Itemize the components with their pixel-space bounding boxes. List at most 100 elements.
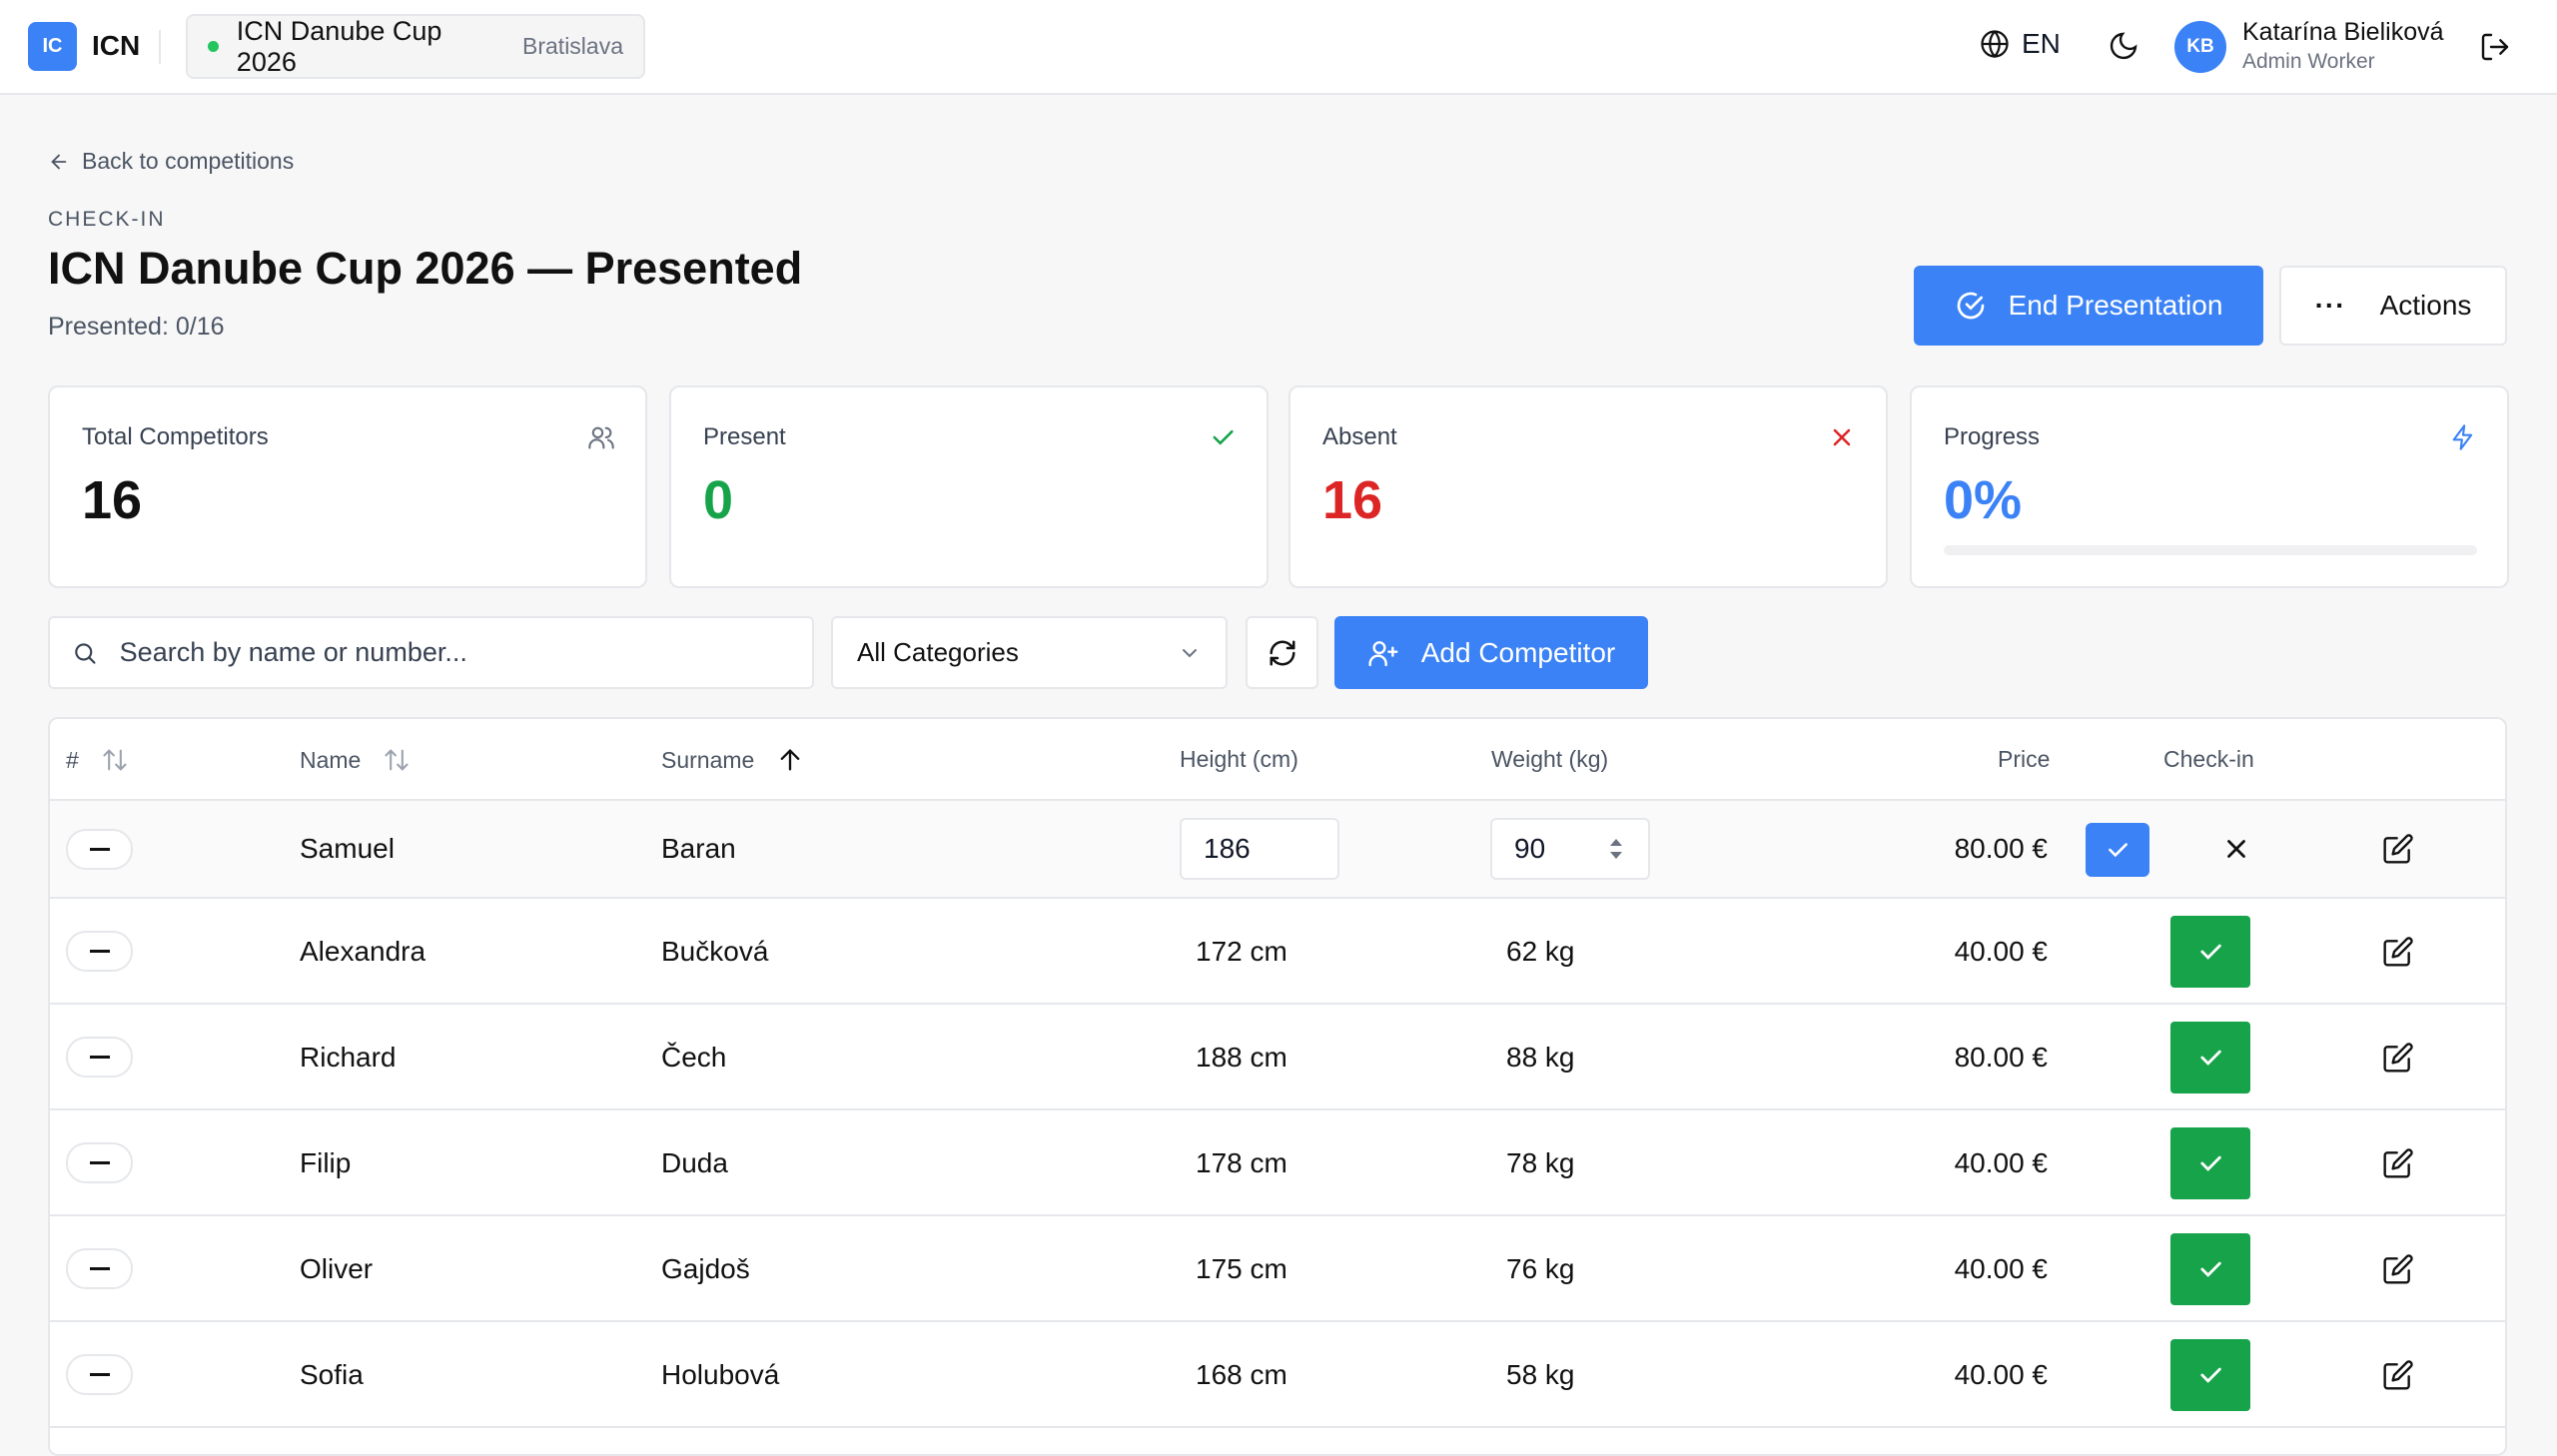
search-input[interactable] <box>119 637 790 668</box>
cell-surname: Bučková <box>661 936 769 967</box>
stepper-icon[interactable] <box>1606 834 1626 864</box>
edit-button[interactable] <box>2382 1147 2414 1184</box>
edit-button[interactable] <box>2382 1359 2414 1396</box>
arrow-left-icon <box>51 154 67 169</box>
language-label: EN <box>2022 28 2061 59</box>
height-input[interactable]: 186 <box>1180 818 1339 880</box>
stat-card-progress: Progress 0% <box>1910 385 2509 588</box>
column-checkin: Check-in <box>2163 746 2254 773</box>
cell-height: 178 cm <box>1196 1147 1287 1178</box>
cancel-edit-button[interactable] <box>2221 834 2251 869</box>
app-logo[interactable]: IC <box>28 22 77 71</box>
number-badge[interactable] <box>66 1037 133 1078</box>
edit-icon <box>2383 937 2413 967</box>
edit-button[interactable] <box>2382 1253 2414 1290</box>
edit-icon <box>2383 1043 2413 1073</box>
search-icon <box>75 642 96 664</box>
refresh-icon <box>1270 640 1294 665</box>
add-competitor-button[interactable]: Add Competitor <box>1334 616 1648 689</box>
number-badge[interactable] <box>66 1248 133 1289</box>
edit-icon <box>2383 1360 2413 1390</box>
check-icon <box>2200 1367 2221 1383</box>
language-switcher[interactable]: EN <box>1980 28 2061 60</box>
stat-label: Absent <box>1322 423 1397 450</box>
column-weight: Weight (kg) <box>1491 746 1608 773</box>
cell-weight: 78 kg <box>1506 1147 1575 1178</box>
category-select[interactable]: All Categories <box>831 616 1228 689</box>
edit-icon <box>2383 1254 2413 1284</box>
close-icon <box>2227 840 2245 858</box>
checkin-button[interactable] <box>2170 1022 2250 1093</box>
column-number[interactable]: # <box>66 746 129 774</box>
table-row: Filip Duda 178 cm 78 kg 40.00 € <box>50 1110 2505 1216</box>
column-name[interactable]: Name <box>300 746 411 774</box>
edit-button[interactable] <box>2382 1042 2414 1079</box>
end-presentation-button[interactable]: End Presentation <box>1914 266 2263 346</box>
cell-height: 175 cm <box>1196 1253 1287 1284</box>
checkin-button[interactable] <box>2170 1127 2250 1199</box>
top-bar: IC ICN ICN Danube Cup 2026 Bratislava EN… <box>0 0 2557 95</box>
competitors-table: # Name Surname Height (cm) Weight (kg) P… <box>48 717 2507 1456</box>
table-row: Richard Čech 188 cm 88 kg 80.00 € <box>50 1005 2505 1110</box>
column-label: Weight (kg) <box>1491 746 1609 772</box>
cell-name: Richard <box>300 1042 397 1073</box>
edit-icon <box>2383 1148 2413 1178</box>
weight-input[interactable]: 90 <box>1490 818 1650 880</box>
category-value: All Categories <box>857 637 1019 667</box>
cell-height: 168 cm <box>1196 1359 1287 1390</box>
back-label: Back to competitions <box>82 148 295 174</box>
actions-button[interactable]: ··· Actions <box>2279 266 2507 346</box>
search-box[interactable] <box>48 616 814 689</box>
check-icon <box>2200 1050 2221 1066</box>
number-badge[interactable] <box>66 931 133 972</box>
checkin-button[interactable] <box>2170 916 2250 988</box>
number-badge[interactable] <box>66 1354 133 1395</box>
weight-value: 90 <box>1514 833 1546 864</box>
back-link[interactable]: Back to competitions <box>48 148 294 175</box>
cell-surname: Gajdoš <box>661 1253 750 1284</box>
sort-ascending-icon <box>780 749 800 771</box>
height-value: 186 <box>1204 833 1251 864</box>
stat-label: Progress <box>1944 423 2041 450</box>
user-role: Admin Worker <box>2242 50 2375 73</box>
table-row: Sofia Holubová 168 cm 58 kg 40.00 € <box>50 1322 2505 1428</box>
section-label: CHECK-IN <box>48 208 166 231</box>
stat-value: 16 <box>1322 470 1383 530</box>
logout-button[interactable] <box>2479 31 2511 68</box>
edit-button[interactable] <box>2382 833 2414 870</box>
competition-selector[interactable]: ICN Danube Cup 2026 Bratislava <box>186 14 645 79</box>
column-label: Name <box>300 746 362 773</box>
checkin-button[interactable] <box>2170 1233 2250 1305</box>
column-label: # <box>66 746 79 773</box>
column-height: Height (cm) <box>1180 746 1298 773</box>
table-header: # Name Surname Height (cm) Weight (kg) P… <box>50 719 2505 801</box>
app-name: ICN <box>92 30 141 61</box>
confirm-edit-button[interactable] <box>2086 823 2149 877</box>
column-label: Price <box>1998 746 2051 772</box>
checkin-button[interactable] <box>2170 1339 2250 1411</box>
cell-name: Filip <box>300 1147 352 1178</box>
number-badge[interactable] <box>66 829 133 870</box>
divider <box>159 30 161 64</box>
table-row: Oliver Gajdoš 175 cm 76 kg 40.00 € <box>50 1216 2505 1322</box>
cell-surname: Holubová <box>661 1359 780 1390</box>
column-price: Price <box>1998 746 2050 773</box>
stat-value: 0 <box>703 470 734 530</box>
status-dot <box>208 41 219 52</box>
edit-icon <box>2383 834 2413 864</box>
stat-card-absent: Absent 16 <box>1288 385 1888 588</box>
edit-button[interactable] <box>2382 936 2414 973</box>
theme-toggle[interactable] <box>2108 30 2139 67</box>
cell-name: Sofia <box>300 1359 364 1390</box>
column-surname[interactable]: Surname <box>661 746 804 774</box>
cell-name: Samuel <box>300 833 395 864</box>
table-row-editing: Samuel Baran 186 90 80.00 € <box>50 801 2505 899</box>
moon-icon <box>2110 32 2137 60</box>
add-competitor-label: Add Competitor <box>1420 636 1616 668</box>
user-name: Katarína Bieliková <box>2242 18 2444 46</box>
number-badge[interactable] <box>66 1142 133 1183</box>
refresh-button[interactable] <box>1246 616 1318 689</box>
page-title: ICN Danube Cup 2026 — Presented <box>48 243 803 294</box>
cell-price: 80.00 € <box>1954 833 2048 864</box>
avatar[interactable]: KB <box>2174 21 2226 73</box>
